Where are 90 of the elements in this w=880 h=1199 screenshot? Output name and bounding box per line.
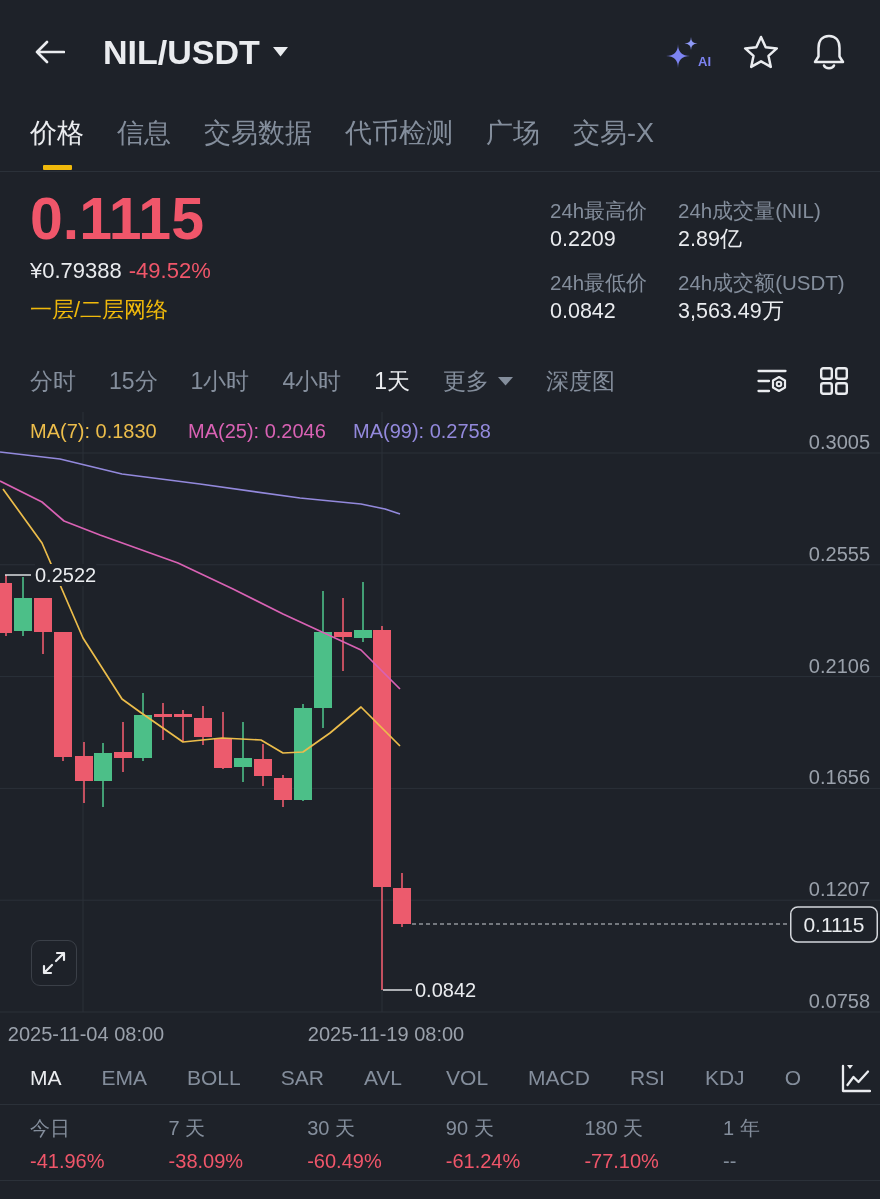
axis-price-label: 0.2555 [808,542,870,565]
candle [94,742,112,808]
period-label: 30 天 [307,1116,356,1141]
candle [194,705,212,746]
candle [254,743,272,787]
interval-tab[interactable]: 1小时 [190,366,250,396]
candle [154,702,172,741]
line-chart-icon[interactable] [840,1063,871,1093]
indicator-tab[interactable]: MA [30,1064,62,1092]
interval-tab[interactable]: 15分 [109,366,158,396]
candle [214,711,232,770]
interval-tab[interactable]: 4小时 [282,366,342,396]
stat-label: 24h成交量(NIL) [678,198,822,224]
stat-value: 0.2209 [550,226,617,253]
lines-hexagon-icon[interactable] [757,368,787,394]
period-label: 今日 [30,1116,71,1141]
period-label: 7 天 [168,1116,207,1141]
stat-label: 24h成交额(USDT) [678,270,846,296]
high-marker-line [4,574,32,576]
interval-tab[interactable]: 分时 [30,366,76,396]
caret-icon [272,47,288,57]
axis-price-label: 0.3005 [808,431,870,453]
indicator-tab[interactable]: RSI [629,1064,665,1092]
interval-tab[interactable]: 更多 [443,366,513,396]
period-change: -77.10% [584,1149,660,1174]
period-change: -38.09% [168,1149,245,1174]
indicator-tab[interactable]: SAR [280,1064,324,1092]
ai-button[interactable]: AI [666,36,711,68]
stat-value: 3,563.49万 [678,298,785,325]
indicator-tab[interactable]: EMA [101,1064,147,1092]
candle [234,721,252,783]
interval-tab[interactable]: 1天 [374,366,410,396]
low-marker-line [382,989,413,991]
tab[interactable]: 价格 [30,104,84,172]
axis-price-label: 0.2106 [808,654,870,677]
axis-price-label: 0.0758 [808,990,870,1012]
axis-date-label: 2025-11-04 08:00 [7,1023,165,1045]
indicator-tab[interactable]: BOLL [187,1064,241,1092]
candle [14,576,32,637]
tab[interactable]: 广场 [486,104,540,172]
tab[interactable]: 交易数据 [204,104,312,172]
candle [0,574,12,637]
cny-price: ¥0.79388 [30,257,122,285]
stat-value: 0.0842 [550,298,617,325]
tab[interactable]: 代币检测 [345,104,453,172]
caret-icon [498,376,513,386]
back-icon[interactable] [35,40,65,64]
expand-icon [42,951,66,975]
expand-chart-button[interactable] [31,940,77,986]
network-tag[interactable]: 一层/二层网络 [30,295,169,325]
period-change: -41.96% [30,1149,106,1174]
indicator-tab[interactable]: AVL [363,1064,403,1092]
moving-average-legend: MA(7): 0.1830 [30,420,157,442]
axis-price-label: 0.1656 [808,766,870,789]
price-change: -49.52% [128,257,211,285]
low-price-label: 0.0842 [415,979,477,1001]
candle [393,872,411,928]
stat-label: 24h最高价 [550,198,649,224]
star-icon[interactable] [743,35,779,69]
period-label: 90 天 [445,1116,495,1141]
interval-tab[interactable]: 深度图 [546,366,615,396]
axis-price-label: 0.1207 [808,878,870,901]
period-change: -60.49% [307,1149,383,1174]
candle [274,774,292,808]
indicator-tab[interactable]: O [784,1064,801,1092]
candle [114,721,132,773]
period-label: 180 天 [584,1116,645,1141]
period-change: -61.24% [445,1149,522,1174]
high-price-label: 0.2522 [35,564,97,586]
indicator-tab[interactable]: MACD [528,1064,590,1092]
indicator-tab[interactable]: VOL [446,1064,489,1092]
candle [34,597,52,655]
stat-value: 2.89亿 [678,226,743,253]
indicator-tab[interactable]: KDJ [704,1064,745,1092]
tab[interactable]: 交易-X [573,104,654,172]
bell-icon[interactable] [811,33,847,71]
period-change: -- [722,1149,738,1174]
last-price-tag: 0.1115 [790,906,878,943]
stat-label: 24h最低价 [550,270,649,296]
candle [75,741,93,804]
pair-selector[interactable]: NIL/USDT [103,32,288,72]
candle [134,692,152,762]
moving-average-legend: MA(25): 0.2046 [188,420,326,442]
period-label: 1 年 [722,1116,761,1141]
axis-date-label: 2025-11-19 08:00 [307,1023,465,1045]
candle [174,709,192,743]
last-price: 0.1115 [30,190,205,248]
tab[interactable]: 信息 [117,104,171,172]
grid-icon[interactable] [820,367,848,395]
moving-average-legend: MA(99): 0.2758 [353,420,491,442]
